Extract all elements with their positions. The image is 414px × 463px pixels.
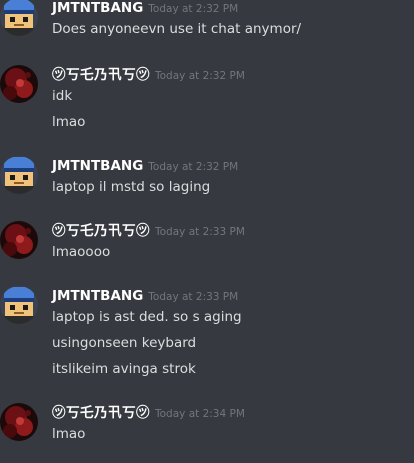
message-header: JMTNTBANG Today at 2:33 PM bbox=[52, 286, 238, 304]
message-text: idk bbox=[52, 88, 73, 104]
dark-red-avatar-icon[interactable] bbox=[0, 403, 38, 441]
timestamp: Today at 2:34 PM bbox=[155, 408, 245, 420]
timestamp: Today at 2:32 PM bbox=[148, 161, 239, 173]
message-text: itslikeim avinga strok bbox=[52, 361, 196, 377]
timestamp: Today at 2:32 PM bbox=[155, 70, 245, 82]
pixel-avatar-icon[interactable] bbox=[0, 0, 38, 36]
timestamp: Today at 2:33 PM bbox=[148, 291, 239, 303]
pixel-avatar-icon[interactable] bbox=[0, 286, 38, 324]
message-header: ㋡丂乇乃卂丂㋡ Today at 2:34 PM bbox=[52, 403, 245, 421]
username[interactable]: JMTNTBANG bbox=[52, 0, 143, 16]
message-text: laptop is ast ded. so s aging bbox=[52, 309, 242, 325]
message-text: lmao bbox=[52, 426, 86, 442]
message-text: usingonseen keybard bbox=[52, 335, 197, 351]
timestamp: Today at 2:33 PM bbox=[155, 226, 245, 238]
message-text: lmaoooo bbox=[52, 244, 111, 260]
username[interactable]: JMTNTBANG bbox=[52, 288, 143, 304]
timestamp: Today at 2:32 PM bbox=[148, 3, 239, 15]
chat-message-list: JMTNTBANG Today at 2:32 PM Does anyoneevn… bbox=[0, 0, 414, 463]
message-text: laptop il mstd so laging bbox=[52, 179, 211, 195]
message-text: Does anyoneevn use it chat anymor/ bbox=[52, 21, 302, 37]
message-header: ㋡丂乇乃卂丂㋡ Today at 2:33 PM bbox=[52, 221, 245, 239]
username[interactable]: ㋡丂乇乃卂丂㋡ bbox=[52, 67, 150, 83]
pixel-avatar-icon[interactable] bbox=[0, 156, 38, 194]
username[interactable]: ㋡丂乇乃卂丂㋡ bbox=[52, 223, 150, 239]
message-header: JMTNTBANG Today at 2:32 PM bbox=[52, 156, 238, 174]
username[interactable]: ㋡丂乇乃卂丂㋡ bbox=[52, 405, 150, 421]
message-header: JMTNTBANG Today at 2:32 PM bbox=[52, 0, 238, 16]
message-header: ㋡丂乇乃卂丂㋡ Today at 2:32 PM bbox=[52, 65, 245, 83]
message-text: lmao bbox=[52, 114, 86, 130]
dark-red-avatar-icon[interactable] bbox=[0, 65, 38, 103]
dark-red-avatar-icon[interactable] bbox=[0, 221, 38, 259]
username[interactable]: JMTNTBANG bbox=[52, 158, 143, 174]
